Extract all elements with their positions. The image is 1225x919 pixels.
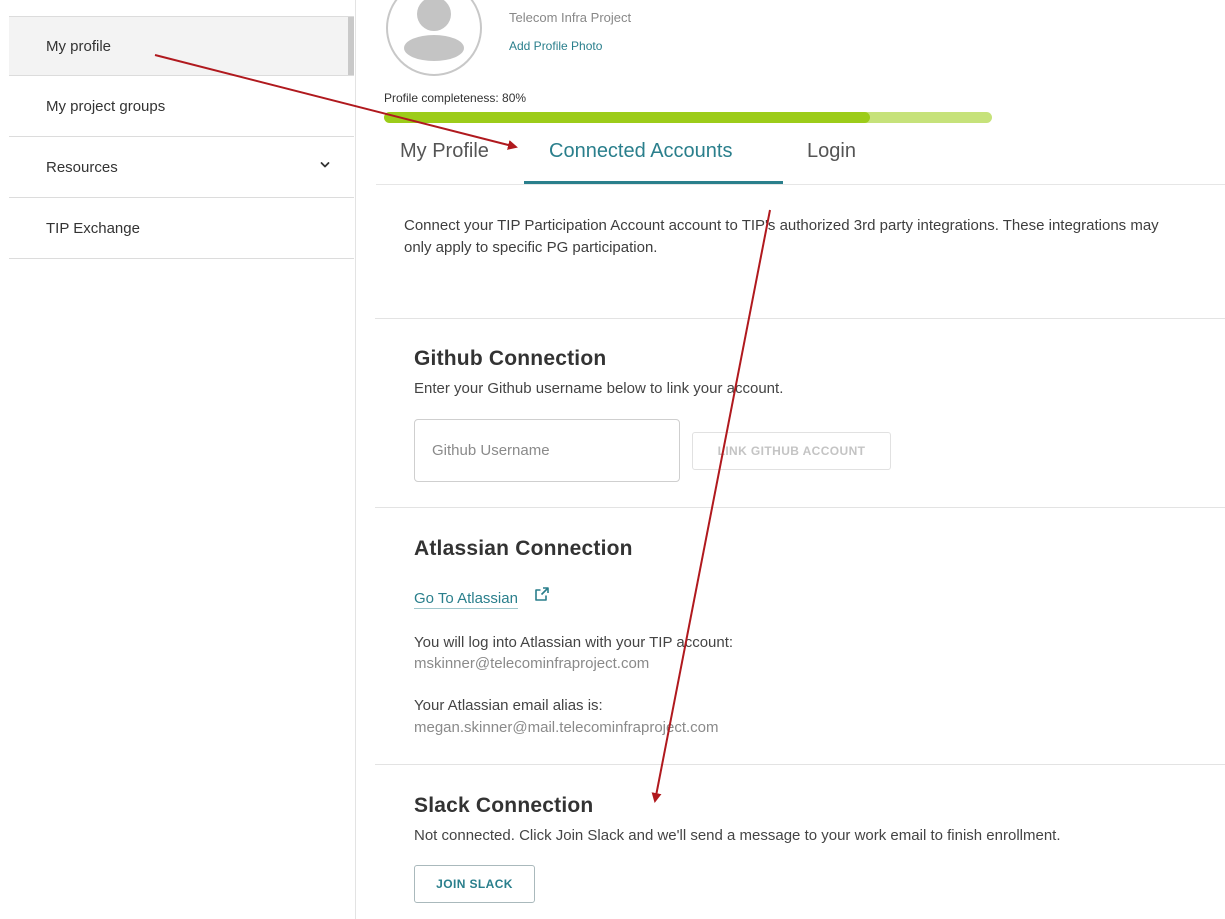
github-section-description: Enter your Github username below to link… bbox=[414, 380, 784, 397]
tab-connected-accounts[interactable]: Connected Accounts bbox=[549, 140, 732, 175]
github-username-input[interactable] bbox=[414, 419, 680, 482]
slack-section-title: Slack Connection bbox=[414, 794, 594, 817]
add-profile-photo-link[interactable]: Add Profile Photo bbox=[509, 39, 602, 53]
intro-text: Connect your TIP Participation Account a… bbox=[404, 217, 1159, 256]
link-github-account-button[interactable]: LINK GITHUB ACCOUNT bbox=[692, 432, 891, 470]
active-tab-indicator bbox=[524, 181, 783, 184]
slack-section-description: Not connected. Click Join Slack and we'l… bbox=[414, 827, 1061, 844]
chevron-down-icon[interactable] bbox=[320, 160, 330, 170]
sidebar-item-resources[interactable]: Resources bbox=[9, 138, 354, 198]
sidebar-item-tip-exchange[interactable]: TIP Exchange bbox=[9, 199, 354, 259]
join-slack-button[interactable]: JOIN SLACK bbox=[414, 865, 535, 903]
atlassian-alias-email: megan.skinner@mail.telecominfraproject.c… bbox=[414, 719, 719, 736]
tab-login[interactable]: Login bbox=[807, 140, 856, 175]
atlassian-login-email: mskinner@telecominfraproject.com bbox=[414, 655, 650, 672]
sidebar-item-my-project-groups[interactable]: My project groups bbox=[9, 77, 354, 137]
atlassian-alias-text: Your Atlassian email alias is: bbox=[414, 697, 603, 714]
profile-tabs: My Profile Connected Accounts Login bbox=[376, 130, 1225, 185]
progress-fill bbox=[384, 112, 871, 123]
annotation-arrow bbox=[651, 209, 771, 803]
sidebar-item-label: My profile bbox=[46, 37, 112, 55]
avatar bbox=[386, 0, 482, 76]
section-divider bbox=[375, 507, 1225, 508]
tab-my-profile[interactable]: My Profile bbox=[400, 140, 489, 175]
atlassian-section-title: Atlassian Connection bbox=[414, 537, 633, 560]
github-section-title: Github Connection bbox=[414, 347, 607, 370]
external-link-icon[interactable] bbox=[534, 586, 550, 602]
profile-completeness-bar bbox=[384, 112, 992, 123]
profile-completeness-label: Profile completeness: 80% bbox=[384, 91, 527, 105]
section-divider bbox=[375, 764, 1225, 765]
sidebar-item-label: Resources bbox=[46, 159, 118, 176]
sidebar: My profile My project groups Resources T… bbox=[0, 0, 356, 919]
organization-name: Telecom Infra Project bbox=[509, 10, 632, 25]
user-silhouette-icon bbox=[404, 0, 464, 61]
go-to-atlassian-link[interactable]: Go To Atlassian bbox=[414, 590, 518, 609]
sidebar-item-my-profile[interactable]: My profile bbox=[9, 16, 354, 76]
sidebar-item-label: My project groups bbox=[46, 98, 166, 115]
atlassian-login-text: You will log into Atlassian with your TI… bbox=[414, 634, 734, 651]
section-divider bbox=[375, 318, 1225, 319]
sidebar-item-label: TIP Exchange bbox=[46, 220, 140, 237]
